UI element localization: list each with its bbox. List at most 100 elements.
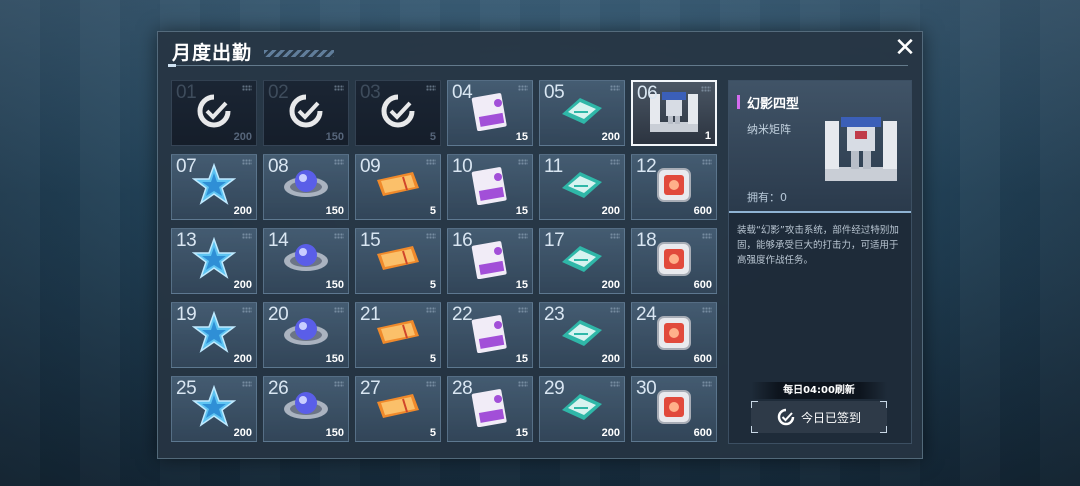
- day-number: 05: [544, 82, 565, 103]
- reward-quantity: 600: [693, 427, 712, 439]
- reward-quantity: 15: [515, 279, 528, 291]
- check-icon: [777, 408, 795, 426]
- reward-quantity: 200: [233, 205, 252, 217]
- teal-ticket-icon: [558, 168, 606, 206]
- reward-cell-day-06[interactable]: 06 1: [631, 80, 717, 146]
- reward-cell-day-30[interactable]: 30 600: [631, 376, 717, 442]
- mech-figure-icon: [825, 117, 897, 181]
- reward-quantity: 200: [233, 131, 252, 143]
- reward-quantity: 1: [704, 130, 711, 142]
- reward-cell-day-10[interactable]: 10 15: [447, 154, 533, 220]
- day-number: 28: [452, 378, 473, 399]
- reward-cell-day-28[interactable]: 28 15: [447, 376, 533, 442]
- day-number: 12: [636, 156, 657, 177]
- reward-quantity: 15: [515, 353, 528, 365]
- reward-cell-day-22[interactable]: 22 15: [447, 302, 533, 368]
- reward-cell-day-05[interactable]: 05 200: [539, 80, 625, 146]
- reward-cell-day-19[interactable]: 19 200: [171, 302, 257, 368]
- reward-cell-day-13[interactable]: 13 200: [171, 228, 257, 294]
- close-button[interactable]: ✕: [893, 35, 917, 61]
- reward-cell-day-25[interactable]: 25 200: [171, 376, 257, 442]
- blue-star-crystal-icon: [191, 162, 237, 211]
- purple-chip-icon: [468, 239, 512, 283]
- day-number: 08: [268, 156, 289, 177]
- day-number: 07: [176, 156, 197, 177]
- day-number: 29: [544, 378, 565, 399]
- reward-quantity: 200: [233, 353, 252, 365]
- reward-cell-day-20[interactable]: 20 150: [263, 302, 349, 368]
- orange-ticket-icon: [373, 316, 423, 354]
- day-number: 27: [360, 378, 381, 399]
- reward-quantity: 15: [515, 427, 528, 439]
- teal-ticket-icon: [558, 316, 606, 354]
- reward-cell-day-02[interactable]: 02 150: [263, 80, 349, 146]
- purple-chip-icon: [468, 313, 512, 357]
- window-title: 月度出勤: [172, 42, 253, 64]
- reward-quantity: 600: [693, 279, 712, 291]
- owned-count: 拥有：0: [747, 191, 787, 204]
- reward-cell-day-09[interactable]: 09 5: [355, 154, 441, 220]
- reward-quantity: 200: [601, 427, 620, 439]
- reward-detail-panel: 幻影四型 纳米矩阵 拥有：0 装载“幻影”攻击系统，部件经过特别加固，能够承受巨…: [728, 80, 912, 444]
- blue-star-crystal-icon: [191, 310, 237, 359]
- day-number: 16: [452, 230, 473, 251]
- day-number: 25: [176, 378, 197, 399]
- red-cube-icon: [652, 163, 696, 211]
- purple-chip-icon: [468, 91, 512, 135]
- reward-quantity: 200: [601, 131, 620, 143]
- blue-star-crystal-icon: [191, 236, 237, 285]
- reward-cell-day-21[interactable]: 21 5: [355, 302, 441, 368]
- reward-quantity: 150: [325, 427, 344, 439]
- day-number: 13: [176, 230, 197, 251]
- reward-cell-day-16[interactable]: 16 15: [447, 228, 533, 294]
- reward-cell-day-14[interactable]: 14 150: [263, 228, 349, 294]
- day-number: 19: [176, 304, 197, 325]
- reward-cell-day-07[interactable]: 07 200: [171, 154, 257, 220]
- day-number: 17: [544, 230, 565, 251]
- day-number: 02: [268, 82, 289, 103]
- reward-cell-day-26[interactable]: 26 150: [263, 376, 349, 442]
- reward-cell-day-29[interactable]: 29 200: [539, 376, 625, 442]
- teal-ticket-icon: [558, 242, 606, 280]
- reward-quantity: 150: [325, 279, 344, 291]
- title-divider: [168, 65, 908, 66]
- red-cube-icon: [652, 237, 696, 285]
- monthly-attendance-window: 月度出勤 ✕ 01 200 02 150 03 5 04 15 05 200 06 1 07 200 08 1…: [157, 31, 923, 459]
- reward-cell-day-03[interactable]: 03 5: [355, 80, 441, 146]
- corner-tl: [751, 401, 758, 408]
- reward-cell-day-27[interactable]: 27 5: [355, 376, 441, 442]
- reward-quantity: 200: [233, 427, 252, 439]
- reward-cell-day-18[interactable]: 18 600: [631, 228, 717, 294]
- reward-cell-day-04[interactable]: 04 15: [447, 80, 533, 146]
- reward-cell-day-01[interactable]: 01 200: [171, 80, 257, 146]
- title-divider-accent: [168, 64, 176, 67]
- reward-cell-day-23[interactable]: 23 200: [539, 302, 625, 368]
- reward-quantity: 200: [601, 205, 620, 217]
- teal-ticket-icon: [558, 390, 606, 428]
- item-description: 装载“幻影”攻击系统，部件经过特别加固，能够承受巨大的打击力，可适用于高强度作战…: [737, 225, 899, 266]
- day-number: 15: [360, 230, 381, 251]
- item-name: 幻影四型: [747, 97, 800, 112]
- reward-quantity: 5: [429, 131, 436, 143]
- reward-quantity: 600: [693, 353, 712, 365]
- day-number: 22: [452, 304, 473, 325]
- reward-cell-day-24[interactable]: 24 600: [631, 302, 717, 368]
- reward-quantity: 150: [325, 205, 344, 217]
- reward-quantity: 200: [233, 279, 252, 291]
- orange-ticket-icon: [373, 242, 423, 280]
- purple-chip-icon: [468, 165, 512, 209]
- refresh-time-note: 每日04:00刷新: [751, 382, 887, 399]
- check-icon: [380, 93, 416, 133]
- signed-in-button[interactable]: 今日已签到: [751, 401, 887, 433]
- day-number: 01: [176, 82, 197, 103]
- reward-quantity: 15: [515, 205, 528, 217]
- reward-cell-day-11[interactable]: 11 200: [539, 154, 625, 220]
- reward-cell-day-08[interactable]: 08 150: [263, 154, 349, 220]
- reward-quantity: 5: [429, 279, 436, 291]
- teal-ticket-icon: [558, 94, 606, 132]
- reward-cell-day-12[interactable]: 12 600: [631, 154, 717, 220]
- day-number: 10: [452, 156, 473, 177]
- day-number: 26: [268, 378, 289, 399]
- reward-cell-day-15[interactable]: 15 5: [355, 228, 441, 294]
- reward-cell-day-17[interactable]: 17 200: [539, 228, 625, 294]
